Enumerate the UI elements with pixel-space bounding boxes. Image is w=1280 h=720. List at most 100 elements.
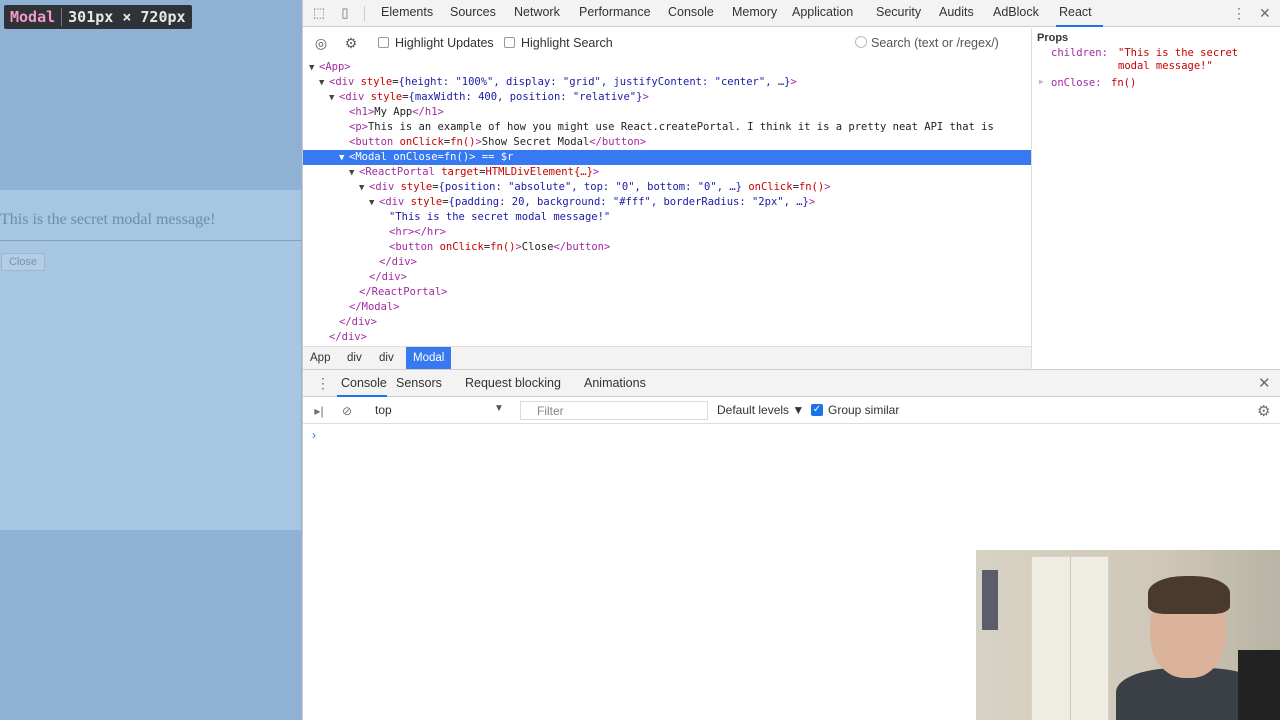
- tab-elements[interactable]: Elements: [381, 5, 433, 19]
- drawer-tab-console[interactable]: Console: [341, 376, 387, 390]
- prop-children-value[interactable]: "This is the secret: [1118, 47, 1238, 59]
- component-tree[interactable]: ▼ <App> ▼ <div style={height: "100%", displ…: [303, 60, 1031, 346]
- tree-node[interactable]: <button onClick=fn()>Show Secret Modal</…: [303, 135, 1031, 150]
- prop-onclose-value[interactable]: fn(): [1111, 77, 1136, 89]
- console-settings-icon[interactable]: ⚙: [1257, 402, 1270, 420]
- context-dropdown-icon[interactable]: ▼: [494, 403, 504, 414]
- tree-token: </Modal>: [349, 301, 400, 313]
- breadcrumb-item[interactable]: div: [372, 347, 401, 369]
- modal-overlay[interactable]: [0, 190, 301, 530]
- drawer-tab-sensors[interactable]: Sensors: [396, 376, 442, 390]
- context-selector[interactable]: top: [375, 403, 392, 417]
- tree-node-selected[interactable]: ▼ <Modal onClose=fn()> == $r: [303, 150, 1031, 165]
- tree-token: >: [642, 91, 649, 103]
- tree-node[interactable]: ▼ <div style={position: "absolute", top: …: [303, 180, 1031, 195]
- expand-arrow-icon[interactable]: ▶: [1039, 77, 1044, 86]
- tab-performance[interactable]: Performance: [579, 5, 651, 19]
- modal-close-button[interactable]: Close: [1, 253, 45, 271]
- tree-node[interactable]: </div>: [303, 270, 1031, 285]
- tree-token: fn(): [490, 241, 516, 253]
- wall-picture: [982, 570, 998, 630]
- tree-token: fn(): [450, 136, 476, 148]
- sidebar-toggle-icon[interactable]: ▸|: [311, 403, 327, 419]
- expand-arrow-icon[interactable]: ▼: [319, 76, 329, 91]
- tab-react[interactable]: React: [1059, 5, 1092, 19]
- breadcrumb-item[interactable]: App: [303, 347, 337, 369]
- breadcrumb-item[interactable]: div: [340, 347, 369, 369]
- modal-divider: [0, 240, 301, 241]
- tab-audits[interactable]: Audits: [939, 5, 974, 19]
- tab-security[interactable]: Security: [876, 5, 921, 19]
- tab-console[interactable]: Console: [668, 5, 714, 19]
- inspect-element-icon[interactable]: ⬚: [311, 5, 327, 21]
- expand-arrow-icon[interactable]: ▼: [339, 151, 349, 166]
- expand-arrow-icon[interactable]: ▼: [309, 61, 319, 76]
- expand-arrow-icon[interactable]: ▼: [349, 166, 359, 181]
- tree-token: <div: [379, 196, 411, 208]
- prop-children-value-cont[interactable]: modal message!": [1118, 60, 1213, 72]
- select-element-icon[interactable]: ◎: [313, 35, 329, 51]
- chair: [1238, 650, 1280, 720]
- tree-token: This is an example of how you might use …: [367, 121, 994, 133]
- tree-token: onClose: [393, 151, 438, 163]
- tree-token: <hr></hr>: [389, 226, 446, 238]
- group-similar-checkbox[interactable]: ✓: [811, 404, 823, 416]
- expand-arrow-icon[interactable]: ▼: [359, 181, 369, 196]
- modal-message: This is the secret modal message!: [0, 211, 216, 228]
- props-panel: Props children: "This is the secret moda…: [1031, 28, 1280, 369]
- tree-node[interactable]: <p>This is an example of how you might u…: [303, 120, 1031, 135]
- tree-node[interactable]: ▼ <ReactPortal target=HTMLDivElement{…}>: [303, 165, 1031, 180]
- drawer-tab-animations[interactable]: Animations: [584, 376, 646, 390]
- close-devtools-icon[interactable]: ✕: [1259, 5, 1271, 22]
- log-levels-dropdown[interactable]: Default levels ▼: [717, 403, 804, 417]
- breadcrumb-item-active[interactable]: Modal: [406, 347, 452, 369]
- tab-memory[interactable]: Memory: [732, 5, 777, 19]
- filter-input[interactable]: [521, 402, 707, 419]
- tree-node[interactable]: </ReactPortal>: [303, 285, 1031, 300]
- tree-token: style: [400, 181, 433, 193]
- tab-adblock[interactable]: AdBlock: [993, 5, 1039, 19]
- clear-console-icon[interactable]: ⊘: [339, 403, 355, 419]
- tree-token: Close: [521, 241, 554, 253]
- tab-sources[interactable]: Sources: [450, 5, 496, 19]
- tree-token: HTMLDivElement{…}: [485, 166, 593, 178]
- expand-arrow-icon[interactable]: ▼: [329, 91, 339, 106]
- highlight-updates-checkbox[interactable]: [378, 37, 389, 48]
- drawer-tab-request-blocking[interactable]: Request blocking: [465, 376, 561, 390]
- device-toolbar-icon[interactable]: ▯: [337, 5, 353, 21]
- tree-token: </div>: [379, 256, 417, 268]
- tree-token: </div>: [369, 271, 407, 283]
- element-size-badge: Modal 301px × 720px: [4, 5, 192, 29]
- expand-arrow-icon[interactable]: ▼: [369, 196, 379, 211]
- tree-node[interactable]: ▼ <div style={maxWidth: 400, position: "r…: [303, 90, 1031, 105]
- tree-node[interactable]: </div>: [303, 255, 1031, 270]
- tree-node[interactable]: "This is the secret modal message!": [303, 210, 1031, 225]
- tree-token: onClick: [399, 136, 444, 148]
- tree-token: >: [808, 196, 816, 208]
- tab-application[interactable]: Application: [792, 5, 853, 19]
- tree-token: target: [441, 166, 480, 178]
- tree-node[interactable]: ▼ <div style={height: "100%", display: "g…: [303, 75, 1031, 90]
- settings-gear-icon[interactable]: ⚙: [343, 35, 359, 51]
- tree-node[interactable]: <button onClick=fn()>Close</button>: [303, 240, 1031, 255]
- badge-dimensions: 301px × 720px: [68, 8, 186, 26]
- tree-node[interactable]: ▼ <div style={padding: 20, background: "#…: [303, 195, 1031, 210]
- highlight-search-checkbox[interactable]: [504, 37, 515, 48]
- search-icon: [855, 36, 867, 48]
- tree-node[interactable]: </div>: [303, 315, 1031, 330]
- console-prompt-icon[interactable]: ›: [312, 428, 316, 442]
- active-tab-indicator: [1056, 25, 1103, 27]
- tree-node[interactable]: <h1>My App</h1>: [303, 105, 1031, 120]
- close-drawer-icon[interactable]: ✕: [1258, 374, 1271, 392]
- console-toolbar: ▸| ⊘ top ▼ Default levels ▼ ✓ Group simi…: [303, 397, 1280, 424]
- tree-node[interactable]: ▼ <App>: [303, 60, 1031, 75]
- tree-token: {padding: 20, background: "#fff", border…: [448, 196, 809, 208]
- more-options-icon[interactable]: ⋮: [1232, 5, 1246, 22]
- component-search-input[interactable]: [871, 33, 1029, 53]
- drawer-menu-icon[interactable]: ⋮: [316, 375, 330, 392]
- tab-network[interactable]: Network: [514, 5, 560, 19]
- tree-node[interactable]: <hr></hr>: [303, 225, 1031, 240]
- tree-node[interactable]: </Modal>: [303, 300, 1031, 315]
- tree-token: <button: [349, 136, 400, 148]
- tree-node[interactable]: </div>: [303, 330, 1031, 345]
